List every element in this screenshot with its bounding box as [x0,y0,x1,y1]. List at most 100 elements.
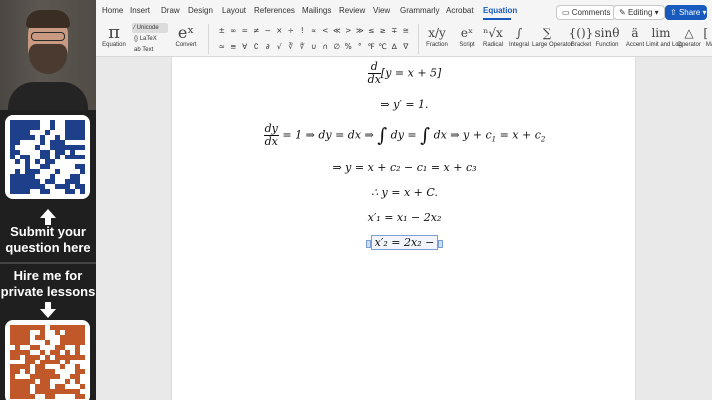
equation-line-4[interactable]: ⇒ y = x + c₂ − c₁ = x + c₃ [172,161,637,174]
comments-label: Comments [571,8,611,17]
document-canvas: d dx [y = x + 5] ⇒ y′ = 1. dy dx = 1 ⇒ dy =… [96,57,712,400]
limit-and-log-button[interactable]: lim Limit and Log [646,24,682,49]
fraction-button[interactable]: x/y Fraction [422,24,452,49]
structure-label: Fraction [426,42,448,48]
sidebar-divider [0,262,96,264]
tab-draw[interactable]: Draw [161,6,180,15]
symbol-button[interactable]: ≠ [251,24,263,38]
exponent-icon: eˣ [177,23,195,42]
symbol-button[interactable]: % [343,40,355,54]
text-option[interactable]: ab Text [132,45,168,55]
tab-equation[interactable]: Equation [483,6,517,15]
integral-button[interactable]: ∫ Integral [504,24,534,49]
equation-line-3[interactable]: dy dx = 1 ⇒ dy = dx ⇒ ∫ dy = ∫ dx ⇒ y + c… [172,123,637,148]
equation-line-1[interactable]: d dx [y = x + 5] [172,61,637,86]
symbol-button[interactable]: ∜ [297,40,309,54]
convert-button[interactable]: eˣ Convert [172,24,200,49]
equation-options-dropdown[interactable] [438,240,444,248]
limit-and-log-icon: lim [651,26,671,40]
symbol-button[interactable]: ≥ [377,24,389,38]
symbol-button[interactable]: ≈ [216,40,228,54]
subscript-2: 2 [540,135,546,144]
share-button[interactable]: ⇧ Share ▾ [665,5,707,20]
tab-mailings[interactable]: Mailings [302,6,331,15]
symbol-button[interactable]: ∞ [228,24,240,38]
symbol-button[interactable]: ∛ [285,40,297,54]
submit-question-text: Submit your question here [5,224,91,255]
equation-line-6[interactable]: x′₁ = x₁ − 2x₂ [172,211,637,224]
equation-line-7[interactable]: x′₂ = 2x₂ − [172,235,637,250]
matrix-icon: [⋮] [703,26,712,40]
tab-insert[interactable]: Insert [130,6,150,15]
symbol-button[interactable]: ∁ [251,40,263,54]
symbol-button[interactable]: ∩ [320,40,332,54]
share-icon: ⇧ [670,8,679,17]
latex-option[interactable]: {} LaTeX [132,34,168,44]
tab-design[interactable]: Design [188,6,213,15]
symbol-gallery: ± ∞ = ≠ ~ × ÷! ∝ < ≪ > ≫ ≤ ≥ ∓ ≅ ≈ ≡ ∀ ∁ ∂ √ ∛ ∜ ∪ ∩ ∅% ° ℉ ℃ ∆ ∇ [216,24,412,54]
symbol-button[interactable]: ∇ [400,40,412,54]
fraction-d-dx: d dx [367,60,381,86]
symbol-button[interactable]: ≫ [354,24,366,38]
editing-button[interactable]: ✎ Editing ▾ [613,5,665,20]
symbol-button[interactable]: ℃ [377,40,389,54]
symbol-button[interactable]: ∪ [308,40,320,54]
matrix-button[interactable]: [⋮] Matrix [699,24,712,49]
symbol-button[interactable]: < [320,24,332,38]
symbol-button[interactable]: ∝ [308,24,320,38]
structure-label: Function [595,42,619,48]
arrow-down-icon [40,302,56,318]
symbol-button[interactable]: ∆ [389,40,401,54]
editing-label: Editing [627,8,653,17]
text-label: Text [142,47,154,53]
convert-label: Convert [175,42,197,48]
symbol-button[interactable]: ∓ [389,24,401,38]
tab-grammarly[interactable]: Grammarly [400,6,440,15]
comments-button[interactable]: ▭ Comments [556,5,617,20]
symbol-button[interactable]: × [274,24,286,38]
symbol-button[interactable]: ≤ [366,24,378,38]
integral-symbol: ∫ [377,124,388,147]
tab-acrobat[interactable]: Acrobat [446,6,474,15]
symbol-button[interactable]: ~ [262,24,274,38]
tab-layout[interactable]: Layout [222,6,246,15]
structure-label: Matrix [705,42,712,48]
symbol-button[interactable]: √ [274,40,286,54]
symbol-button[interactable]: ! [297,24,309,38]
document-page[interactable]: d dx [y = x + 5] ⇒ y′ = 1. dy dx = 1 ⇒ dy =… [171,57,636,400]
eq3-part-d: = x + c [499,128,541,142]
symbol-button[interactable]: ° [354,40,366,54]
symbol-button[interactable]: ∅ [331,40,343,54]
symbol-button[interactable]: = [239,24,251,38]
active-tab-indicator [483,18,511,20]
symbol-button[interactable]: ≡ [228,40,240,54]
equation-handle-left[interactable] [365,240,371,248]
equation-line-2[interactable]: ⇒ y′ = 1. [172,98,637,111]
eq7-text: x′₂ = 2x₂ − [374,236,435,249]
symbol-button[interactable]: > [343,24,355,38]
equation-button[interactable]: π Equation [98,24,130,49]
symbol-button[interactable]: ∀ [239,40,251,54]
tab-home[interactable]: Home [102,6,123,15]
fraction-icon: x/y [428,26,446,40]
symbol-button[interactable]: ℉ [366,40,378,54]
symbol-button[interactable]: ± [216,24,228,38]
qr-code-submit[interactable] [5,115,90,199]
equation-toolbar: π Equation ⁄ Unicode {} LaTeX ab Text eˣ… [96,22,712,57]
tab-references[interactable]: References [254,6,295,15]
symbol-button[interactable]: ≪ [331,24,343,38]
tab-view[interactable]: View [373,6,390,15]
large-operator-button[interactable]: ∑ Large Operator [532,24,573,49]
tab-review[interactable]: Review [339,6,365,15]
hire-lessons-text: Hire me for private lessons [0,268,96,299]
subscript-1: 1 [491,135,497,144]
fraction-dy-dx: dy dx [263,122,279,148]
function-button[interactable]: sinθ Function [592,24,622,49]
equation-line-5[interactable]: ∴ y = x + C. [172,186,637,199]
active-equation-editor[interactable]: x′₂ = 2x₂ − [365,235,444,250]
symbol-button[interactable]: ≅ [400,24,412,38]
qr-code-lessons[interactable] [5,320,90,400]
unicode-option[interactable]: ⁄ Unicode [132,23,168,33]
symbol-button[interactable]: ∂ [262,40,274,54]
symbol-button[interactable]: ÷ [285,24,297,38]
